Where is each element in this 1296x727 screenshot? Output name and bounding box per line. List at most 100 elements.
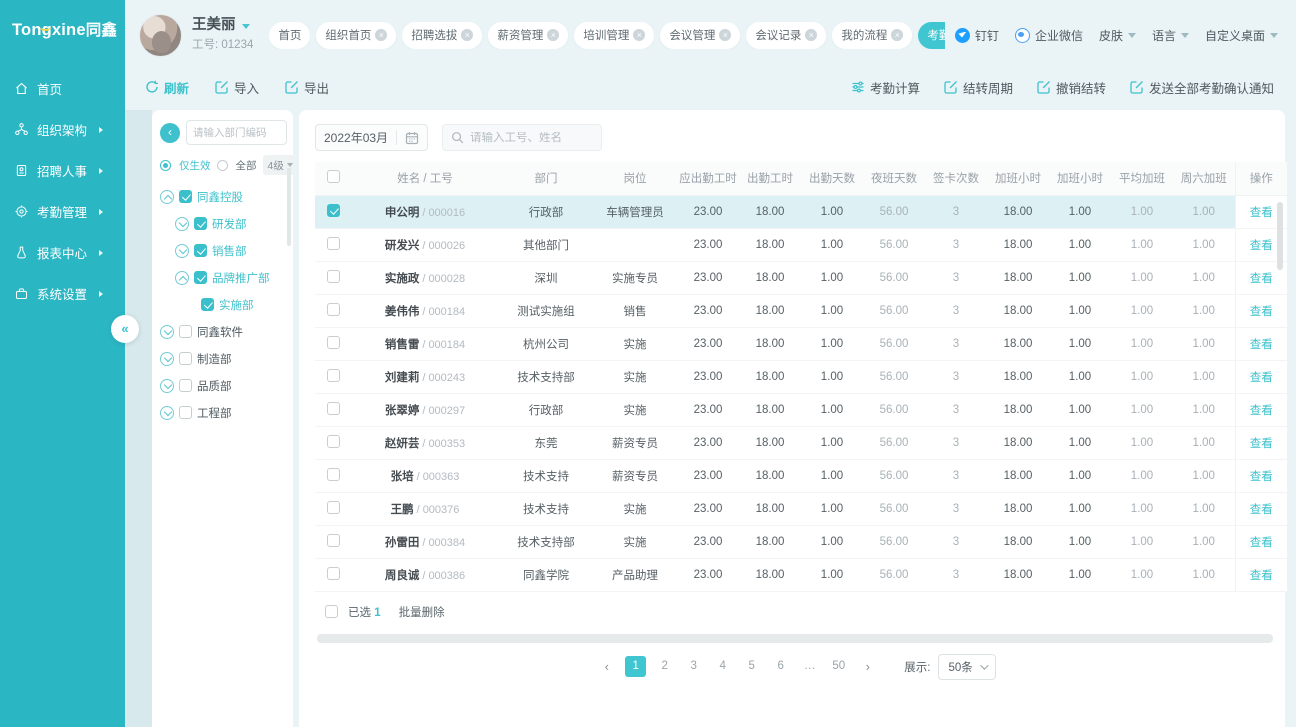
view-link[interactable]: 查看	[1250, 537, 1273, 549]
expander-icon[interactable]	[160, 352, 174, 366]
table-row[interactable]: 王鹏/ 000376 技术支持 实施 23.00 18.00 1.00 56.0…	[315, 492, 1287, 525]
table-row[interactable]: 孙雷田/ 000384 技术支持部 实施 23.00 18.00 1.00 56…	[315, 525, 1287, 558]
row-checkbox[interactable]	[327, 567, 340, 580]
tree-checkbox[interactable]	[201, 298, 214, 311]
row-checkbox[interactable]	[327, 435, 340, 448]
tree-node[interactable]: 品质部	[160, 372, 287, 399]
tree-checkbox[interactable]	[194, 271, 207, 284]
workspace-tab[interactable]: 我的流程 ×	[832, 22, 912, 49]
dingtalk-action[interactable]: 钉钉	[955, 27, 999, 44]
expander-icon[interactable]	[160, 325, 174, 339]
vertical-scrollbar[interactable]	[1277, 202, 1283, 270]
tree-node[interactable]: 同鑫软件	[160, 318, 287, 345]
page-button[interactable]: 3	[683, 656, 704, 677]
tree-checkbox[interactable]	[179, 379, 192, 392]
view-link[interactable]: 查看	[1250, 273, 1273, 285]
table-row[interactable]: 张翠婷/ 000297 行政部 实施 23.00 18.00 1.00 56.0…	[315, 393, 1287, 426]
view-link[interactable]: 查看	[1250, 240, 1273, 252]
table-row[interactable]: 销售雷/ 000184 杭州公司 实施 23.00 18.00 1.00 56.…	[315, 327, 1287, 360]
prev-page-button[interactable]: ‹	[596, 656, 617, 677]
view-link[interactable]: 查看	[1250, 504, 1273, 516]
workspace-tab[interactable]: 培训管理 ×	[574, 22, 654, 49]
workspace-tab[interactable]: 考勤月报 ×	[918, 22, 945, 49]
tree-node[interactable]: 实施部	[160, 291, 287, 318]
row-checkbox[interactable]	[327, 468, 340, 481]
workspace-tab[interactable]: 会议记录 ×	[746, 22, 826, 49]
horizontal-scrollbar[interactable]	[317, 634, 1273, 643]
page-button[interactable]: 50	[828, 656, 849, 677]
workspace-tab[interactable]: 会议管理 ×	[660, 22, 740, 49]
table-row[interactable]: 姜伟伟/ 000184 测试实施组 销售 23.00 18.00 1.00 56…	[315, 294, 1287, 327]
language-dropdown[interactable]: 语言	[1152, 27, 1189, 44]
skin-dropdown[interactable]: 皮肤	[1099, 27, 1136, 44]
row-checkbox[interactable]	[327, 303, 340, 316]
radio-effective-only[interactable]	[160, 160, 171, 171]
tree-checkbox[interactable]	[194, 244, 207, 257]
import-button[interactable]: 导入	[215, 78, 259, 97]
row-checkbox[interactable]	[327, 237, 340, 250]
sidebar-item-settings[interactable]: 系统设置	[0, 273, 125, 314]
table-row[interactable]: 实施政/ 000028 深圳 实施专员 23.00 18.00 1.00 56.…	[315, 261, 1287, 294]
department-code-input[interactable]	[186, 120, 287, 145]
table-row[interactable]: 研发兴/ 000026 其他部门 23.00 18.00 1.00 56.00 …	[315, 228, 1287, 261]
view-link[interactable]: 查看	[1250, 372, 1273, 384]
tree-node[interactable]: 研发部	[160, 210, 287, 237]
avatar[interactable]	[139, 14, 182, 57]
attendance-calc-button[interactable]: 考勤计算	[851, 78, 920, 97]
employee-search-input[interactable]	[470, 132, 593, 144]
month-picker[interactable]: 2022年03月	[315, 124, 428, 151]
view-link[interactable]: 查看	[1250, 570, 1273, 582]
expander-icon[interactable]	[175, 244, 189, 258]
tree-checkbox[interactable]	[179, 352, 192, 365]
undo-carry-button[interactable]: 撤销结转	[1037, 78, 1106, 97]
sidebar-item-home[interactable]: 首页	[0, 68, 125, 109]
user-dropdown-caret-icon[interactable]	[242, 24, 250, 29]
sidebar-item-recruit[interactable]: 招聘人事	[0, 150, 125, 191]
next-page-button[interactable]: ›	[857, 656, 878, 677]
row-checkbox[interactable]	[327, 369, 340, 382]
table-row[interactable]: 刘建莉/ 000243 技术支持部 实施 23.00 18.00 1.00 56…	[315, 360, 1287, 393]
tab-close-icon[interactable]: ×	[805, 29, 817, 41]
table-row[interactable]: 申公明/ 000016 行政部 车辆管理员 23.00 18.00 1.00 5…	[315, 195, 1287, 228]
tab-close-icon[interactable]: ×	[891, 29, 903, 41]
view-link[interactable]: 查看	[1250, 339, 1273, 351]
sidebar-item-attendance[interactable]: 考勤管理	[0, 191, 125, 232]
sidebar-item-report[interactable]: 报表中心	[0, 232, 125, 273]
tab-close-icon[interactable]: ×	[461, 29, 473, 41]
user-name-row[interactable]: 王美丽	[192, 16, 253, 36]
carry-period-button[interactable]: 结转周期	[944, 78, 1013, 97]
view-link[interactable]: 查看	[1250, 306, 1273, 318]
row-checkbox[interactable]	[327, 336, 340, 349]
row-checkbox[interactable]	[327, 204, 340, 217]
radio-all[interactable]	[217, 160, 228, 171]
page-button[interactable]: 4	[712, 656, 733, 677]
tree-node[interactable]: 工程部	[160, 399, 287, 426]
workspace-tab[interactable]: 招聘选拔 ×	[402, 22, 482, 49]
tab-close-icon[interactable]: ×	[633, 29, 645, 41]
expander-icon[interactable]	[175, 271, 189, 285]
view-link[interactable]: 查看	[1250, 438, 1273, 450]
page-button[interactable]: 1	[625, 656, 646, 677]
sidebar-item-org[interactable]: 组织架构	[0, 109, 125, 150]
custom-desktop-dropdown[interactable]: 自定义桌面	[1205, 27, 1278, 44]
refresh-button[interactable]: 刷新	[145, 78, 189, 97]
table-row[interactable]: 张培/ 000363 技术支持 薪资专员 23.00 18.00 1.00 56…	[315, 459, 1287, 492]
tree-checkbox[interactable]	[179, 406, 192, 419]
page-size-select[interactable]: 50条	[938, 654, 995, 680]
view-link[interactable]: 查看	[1250, 405, 1273, 417]
page-button[interactable]: 6	[770, 656, 791, 677]
tree-node[interactable]: 销售部	[160, 237, 287, 264]
wecom-action[interactable]: 企业微信	[1015, 27, 1083, 44]
table-row[interactable]: 赵妍芸/ 000353 东莞 薪资专员 23.00 18.00 1.00 56.…	[315, 426, 1287, 459]
expander-icon[interactable]	[175, 217, 189, 231]
page-button[interactable]: 2	[654, 656, 675, 677]
tree-node[interactable]: 同鑫控股	[160, 183, 287, 210]
row-checkbox[interactable]	[327, 501, 340, 514]
tab-close-icon[interactable]: ×	[547, 29, 559, 41]
row-checkbox[interactable]	[327, 402, 340, 415]
send-confirm-notice-button[interactable]: 发送全部考勤确认通知	[1130, 78, 1274, 97]
view-link[interactable]: 查看	[1250, 471, 1273, 483]
tab-close-icon[interactable]: ×	[719, 29, 731, 41]
workspace-tab[interactable]: 组织首页 ×	[316, 22, 396, 49]
tree-node[interactable]: 制造部	[160, 345, 287, 372]
